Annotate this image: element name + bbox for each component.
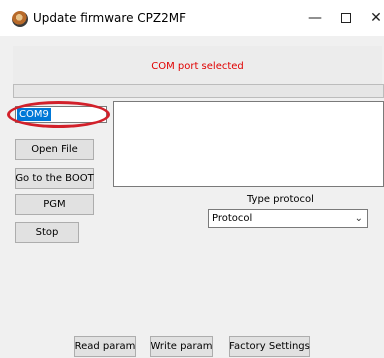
protocol-value: Protocol xyxy=(212,213,253,224)
maximize-icon xyxy=(341,13,351,23)
go-to-boot-button[interactable]: Go to the BOOT xyxy=(15,168,94,189)
stop-button[interactable]: Stop xyxy=(15,222,79,243)
read-param-button[interactable]: Read param xyxy=(74,336,136,357)
highlight-oval xyxy=(7,101,110,128)
protocol-select[interactable]: Protocol ⌄ xyxy=(208,209,368,228)
close-button[interactable]: ✕ xyxy=(353,0,384,36)
pgm-button[interactable]: PGM xyxy=(15,194,94,215)
progress-bar xyxy=(13,84,384,98)
minimize-icon: — xyxy=(308,10,322,26)
window-title: Update firmware CPZ2MF xyxy=(33,11,187,25)
open-file-button[interactable]: Open File xyxy=(15,139,94,160)
app-icon xyxy=(12,11,28,27)
factory-settings-button[interactable]: Factory Settings xyxy=(229,336,310,357)
log-textarea[interactable] xyxy=(113,101,384,187)
close-icon: ✕ xyxy=(370,10,382,26)
chevron-down-icon: ⌄ xyxy=(354,213,363,224)
type-protocol-label: Type protocol xyxy=(247,194,314,205)
status-message: COM port selected xyxy=(151,61,244,72)
write-param-button[interactable]: Write param xyxy=(150,336,213,357)
